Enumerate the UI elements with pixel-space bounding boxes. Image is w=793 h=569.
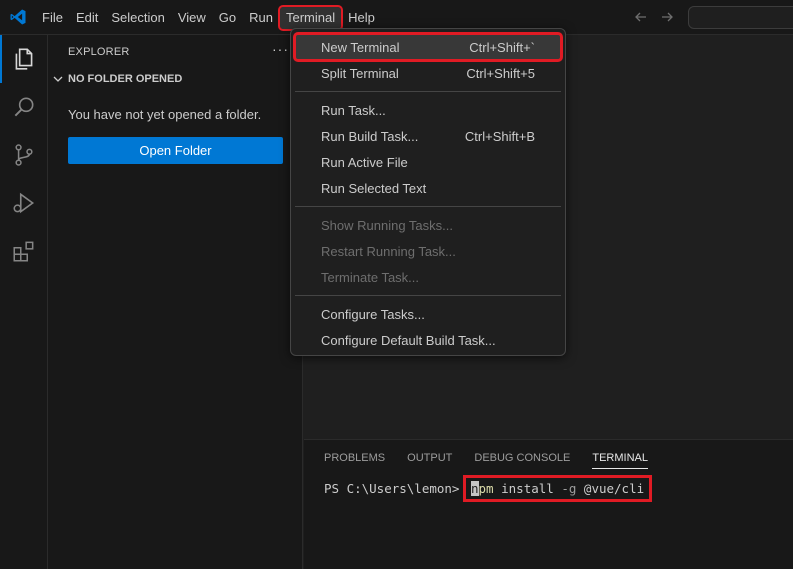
menu-item-configure-default-build-task[interactable]: Configure Default Build Task...: [295, 327, 561, 353]
command-package: @vue/cli: [576, 480, 645, 496]
menu-go[interactable]: Go: [213, 7, 242, 29]
menu-item-run-task[interactable]: Run Task...: [295, 97, 561, 123]
menu-file[interactable]: File: [36, 7, 69, 29]
menu-item-run-build-task[interactable]: Run Build Task... Ctrl+Shift+B: [295, 123, 561, 149]
menu-item-label: Configure Default Build Task...: [321, 332, 496, 348]
arrow-right-icon[interactable]: [659, 9, 675, 25]
activity-search[interactable]: [0, 83, 48, 131]
command-center-search[interactable]: [688, 6, 793, 29]
extensions-icon: [13, 241, 34, 262]
chevron-down-icon: [53, 76, 63, 82]
menu-edit[interactable]: Edit: [70, 7, 104, 29]
command-flag: -g: [561, 480, 577, 496]
tab-terminal[interactable]: TERMINAL: [592, 452, 648, 469]
no-folder-message: You have not yet opened a folder.: [68, 107, 262, 122]
menu-separator: [295, 206, 561, 207]
menu-item-label: New Terminal: [321, 39, 400, 55]
menu-separator: [295, 91, 561, 92]
command-args: install: [493, 480, 562, 496]
menu-item-terminate-task: Terminate Task...: [295, 264, 561, 290]
menu-separator: [295, 295, 561, 296]
menu-item-label: Restart Running Task...: [321, 243, 456, 259]
menu-item-new-terminal[interactable]: New Terminal Ctrl+Shift+`: [293, 32, 563, 62]
tab-problems[interactable]: PROBLEMS: [324, 452, 385, 469]
terminal-line[interactable]: PS C:\Users\lemon> n pm install -g @vue/c…: [324, 474, 653, 502]
tab-debug-console[interactable]: DEBUG CONSOLE: [474, 452, 570, 469]
no-folder-section-header[interactable]: NO FOLDER OPENED: [52, 73, 182, 85]
menu-item-label: Run Task...: [321, 102, 386, 118]
menu-item-label: Run Build Task...: [321, 128, 419, 144]
menu-item-label: Show Running Tasks...: [321, 217, 453, 233]
terminal-command: n pm install -g @vue/cli: [462, 474, 653, 502]
menu-item-run-selected-text[interactable]: Run Selected Text: [295, 175, 561, 201]
menu-help[interactable]: Help: [342, 7, 381, 29]
run-debug-icon: [13, 192, 35, 214]
menu-item-label: Terminate Task...: [321, 269, 420, 285]
explorer-icon: [15, 48, 33, 70]
arrow-left-icon[interactable]: [633, 9, 649, 25]
explorer-sidebar: EXPLORER ··· NO FOLDER OPENED You have n…: [48, 35, 303, 569]
search-icon: [14, 97, 34, 117]
terminal-menu-dropdown: New Terminal Ctrl+Shift+` Split Terminal Ct…: [290, 28, 566, 356]
sidebar-title: EXPLORER: [68, 46, 130, 58]
activity-extensions[interactable]: [0, 227, 48, 275]
navigation-arrows: [633, 9, 675, 25]
vscode-logo-icon: [10, 9, 26, 25]
menu-item-split-terminal[interactable]: Split Terminal Ctrl+Shift+5: [295, 60, 561, 86]
more-actions-icon[interactable]: ···: [272, 41, 289, 57]
terminal-cursor: n: [471, 480, 479, 496]
menu-item-label: Configure Tasks...: [321, 306, 425, 322]
activity-bar: [0, 35, 48, 569]
menu-terminal[interactable]: Terminal: [277, 4, 344, 31]
bottom-panel: PROBLEMS OUTPUT DEBUG CONSOLE TERMINAL PS C…: [304, 439, 793, 569]
menu-item-run-active-file[interactable]: Run Active File: [295, 149, 561, 175]
menu-item-restart-running-task: Restart Running Task...: [295, 238, 561, 264]
menu-view[interactable]: View: [172, 7, 212, 29]
menu-item-label: Run Active File: [321, 154, 408, 170]
activity-explorer[interactable]: [0, 35, 48, 83]
activity-run-debug[interactable]: [0, 179, 48, 227]
command-npm: pm: [478, 480, 494, 496]
menu-run[interactable]: Run: [243, 7, 279, 29]
menu-item-shortcut: Ctrl+Shift+5: [466, 65, 535, 81]
open-folder-button[interactable]: Open Folder: [68, 137, 283, 164]
section-label: NO FOLDER OPENED: [68, 73, 183, 85]
menu-item-show-running-tasks: Show Running Tasks...: [295, 212, 561, 238]
source-control-icon: [15, 144, 33, 166]
menu-item-label: Run Selected Text: [321, 180, 427, 196]
menu-item-configure-tasks[interactable]: Configure Tasks...: [295, 301, 561, 327]
menu-item-shortcut: Ctrl+Shift+B: [464, 128, 535, 144]
menu-selection[interactable]: Selection: [105, 7, 170, 29]
activity-source-control[interactable]: [0, 131, 48, 179]
tab-output[interactable]: OUTPUT: [407, 452, 452, 469]
panel-tabs: PROBLEMS OUTPUT DEBUG CONSOLE TERMINAL: [324, 452, 670, 469]
menu-item-label: Split Terminal: [321, 65, 399, 81]
terminal-prompt: PS C:\Users\lemon>: [324, 480, 467, 496]
menu-item-shortcut: Ctrl+Shift+`: [469, 39, 535, 55]
